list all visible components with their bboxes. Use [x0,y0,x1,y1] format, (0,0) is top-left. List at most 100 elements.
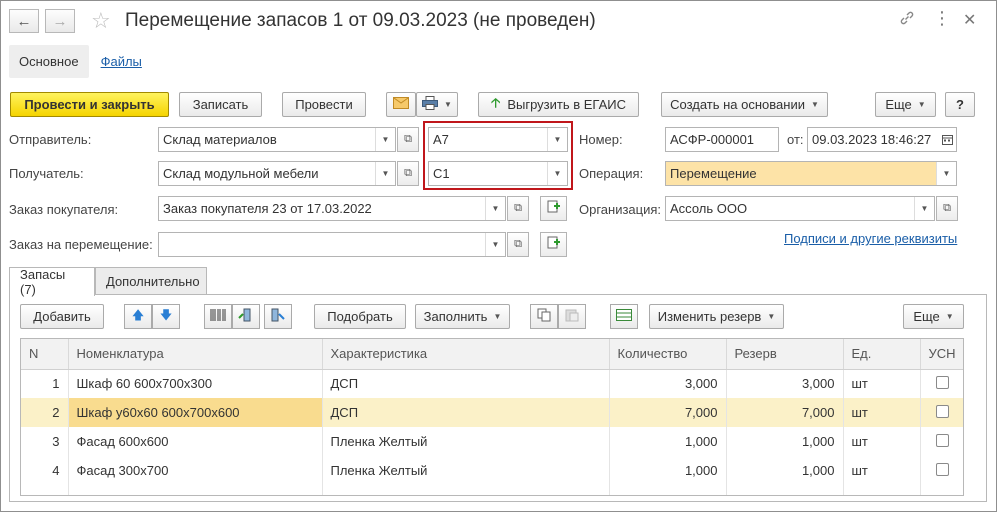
tab-additional[interactable]: Дополнительно [95,267,207,295]
fill-from-order-button[interactable] [540,196,567,221]
open-icon[interactable]: ⧉ [397,127,419,152]
row-reserve[interactable]: 7,000 [726,398,844,427]
row-reserve[interactable]: 1,000 [726,456,844,485]
table-row[interactable]: 2 Шкаф у60x60 600x700x600 ДСП 7,000 7,00… [21,398,963,427]
open-icon[interactable]: ⧉ [397,161,419,186]
table-row[interactable]: 4 Фасад 300x700 Пленка Желтый 1,000 1,00… [21,456,963,485]
tab-inventory[interactable]: Запасы (7) [9,267,95,297]
table-row[interactable]: 3 Фасад 600x600 Пленка Желтый 1,000 1,00… [21,427,963,456]
help-button[interactable]: ? [945,92,975,117]
table-more-button[interactable]: Еще ▼ [903,304,964,329]
email-button[interactable] [386,92,416,117]
column-header-quantity[interactable]: Количество [609,339,727,370]
row-quantity[interactable]: 1,000 [609,456,727,485]
export-egais-button[interactable]: 🡡 Выгрузить в ЕГАИС [478,92,639,117]
row-characteristic[interactable]: ДСП [322,369,610,398]
barcode-button[interactable] [204,304,232,329]
add-button[interactable]: Добавить [20,304,104,329]
post-button[interactable]: Провести [282,92,366,117]
link-icon[interactable] [899,10,915,31]
calendar-icon[interactable] [938,128,956,151]
row-item[interactable]: Шкаф 60 600x700x300 [68,369,323,398]
operation-field[interactable]: Перемещение ▼ [665,161,957,186]
transfer-order-field[interactable]: ▼ [158,232,506,257]
row-quantity[interactable]: 7,000 [609,398,727,427]
chevron-down-icon[interactable]: ▼ [375,162,395,185]
usn-checkbox[interactable] [936,404,949,418]
open-icon[interactable]: ⧉ [936,196,958,221]
move-up-button[interactable]: 🡅 [124,304,152,329]
row-characteristic[interactable]: Пленка Желтый [322,456,610,485]
section-tab-files[interactable]: Файлы [101,54,142,69]
copy-rows-button[interactable] [530,304,558,329]
row-item[interactable]: Фасад 300x700 [68,456,323,485]
number-field[interactable]: АСФР-000001 [665,127,779,152]
reserve-button[interactable] [610,304,638,329]
chevron-down-icon: ▼ [493,312,502,321]
customer-order-field[interactable]: Заказ покупателя 23 от 17.03.2022 ▼ [158,196,506,221]
usn-checkbox[interactable] [936,462,949,476]
row-unit[interactable]: шт [843,398,921,427]
row-usn[interactable] [920,398,963,427]
change-reserve-button[interactable]: Изменить резерв ▼ [649,304,784,329]
more-button[interactable]: Еще ▼ [875,92,936,117]
star-icon[interactable]: ☆ [91,8,111,34]
organization-field[interactable]: Ассоль ООО ▼ [665,196,935,221]
chevron-down-icon[interactable]: ▼ [914,197,934,220]
back-button[interactable]: ← [9,9,39,33]
row-characteristic[interactable]: Пленка Желтый [322,427,610,456]
row-usn[interactable] [920,456,963,485]
row-item[interactable]: Шкаф у60x60 600x700x600 [68,398,323,427]
row-item[interactable]: Фасад 600x600 [68,427,323,456]
row-quantity[interactable]: 3,000 [609,369,727,398]
move-down-button[interactable]: 🡇 [152,304,180,329]
row-unit[interactable]: шт [843,369,921,398]
forward-button[interactable]: → [45,9,75,33]
chevron-down-icon[interactable]: ▼ [375,128,395,151]
column-header-unit[interactable]: Ед. [843,339,921,370]
column-header-item[interactable]: Номенклатура [68,339,323,370]
upload-tsd-button[interactable] [264,304,292,329]
row-reserve[interactable]: 1,000 [726,427,844,456]
post-and-close-button[interactable]: Провести и закрыть [10,92,169,117]
vertical-dots-icon[interactable]: ⋮ [933,8,951,29]
receiver-label: Получатель: [9,166,84,181]
paste-rows-button[interactable] [558,304,586,329]
row-quantity[interactable]: 1,000 [609,427,727,456]
date-field[interactable]: 09.03.2023 18:46:27 [807,127,957,152]
open-icon[interactable]: ⧉ [507,196,529,221]
row-usn[interactable] [920,369,963,398]
create-based-on-button[interactable]: Создать на основании ▼ [661,92,828,117]
inventory-table[interactable]: N Номенклатура Характеристика Количество… [20,338,964,496]
sender-field[interactable]: Склад материалов ▼ [158,127,396,152]
envelope-icon [393,97,409,112]
table-row[interactable]: 1 Шкаф 60 600x700x300 ДСП 3,000 3,000 шт [21,369,963,398]
section-tab-main[interactable]: Основное [9,45,89,78]
save-button[interactable]: Записать [179,92,262,117]
pick-button[interactable]: Подобрать [314,304,406,329]
column-header-usn[interactable]: УСН [920,339,963,370]
row-unit[interactable]: шт [843,427,921,456]
usn-checkbox[interactable] [936,375,949,389]
receiver-field[interactable]: Склад модульной мебели ▼ [158,161,396,186]
fill-button[interactable]: Заполнить ▼ [415,304,510,329]
fill-from-transfer-order-button[interactable] [540,232,567,257]
chevron-down-icon[interactable]: ▼ [485,233,505,256]
open-icon[interactable]: ⧉ [507,232,529,257]
row-unit[interactable]: шт [843,456,921,485]
chevron-down-icon[interactable]: ▼ [936,162,956,185]
column-header-n[interactable]: N [21,339,69,370]
row-usn[interactable] [920,427,963,456]
close-icon[interactable]: ✕ [963,10,976,30]
chevron-down-icon[interactable]: ▼ [485,197,505,220]
row-reserve[interactable]: 3,000 [726,369,844,398]
signatures-link[interactable]: Подписи и другие реквизиты [784,231,957,246]
receiver-value: Склад модульной мебели [163,166,319,181]
print-button[interactable]: ▼ [416,92,458,117]
data-collection-button[interactable] [232,304,260,329]
column-header-characteristic[interactable]: Характеристика [322,339,610,370]
column-header-reserve[interactable]: Резерв [726,339,844,370]
usn-checkbox[interactable] [936,433,949,447]
row-characteristic[interactable]: ДСП [322,398,610,427]
highlight-frame [423,121,573,190]
